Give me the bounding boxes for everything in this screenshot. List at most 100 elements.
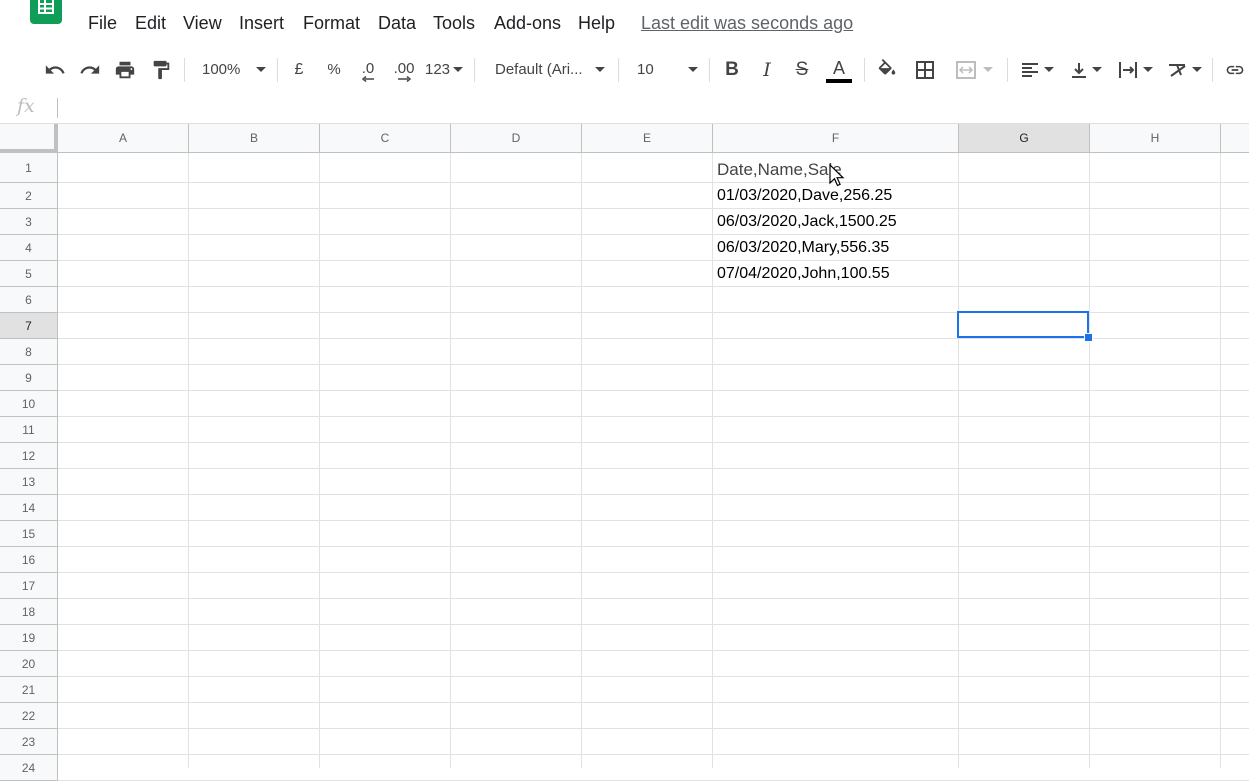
undo-icon[interactable] (42, 46, 68, 93)
formula-input[interactable] (66, 99, 1236, 119)
menu-view[interactable]: View (183, 13, 222, 34)
zoom-dropdown[interactable]: 100% (194, 46, 272, 93)
text-color-button[interactable]: A (824, 46, 854, 93)
borders-icon[interactable] (912, 46, 938, 93)
row-gridline (58, 442, 1249, 443)
zoom-value: 100% (202, 61, 241, 78)
font-size-dropdown[interactable]: 10 (628, 46, 702, 93)
strikethrough-label: S (795, 58, 809, 80)
cell-f5[interactable]: 07/04/2020,John,100.55 (717, 265, 890, 283)
column-header-partial[interactable] (1221, 124, 1249, 153)
text-wrap-icon[interactable] (1113, 46, 1157, 93)
menu-addons[interactable]: Add-ons (494, 13, 561, 34)
sheets-logo-icon[interactable] (30, 0, 62, 24)
fill-color-icon[interactable] (874, 46, 900, 93)
cell-f1[interactable]: Date,Name,Sale (717, 160, 842, 180)
row-header-9[interactable]: 9 (0, 365, 58, 391)
menu-format[interactable]: Format (303, 13, 360, 34)
row-header-17[interactable]: 17 (0, 573, 58, 599)
row-header-10[interactable]: 10 (0, 391, 58, 417)
column-gridline (1089, 153, 1090, 768)
cell-f2[interactable]: 01/03/2020,Dave,256.25 (717, 187, 892, 205)
cell-f3[interactable]: 06/03/2020,Jack,1500.25 (717, 213, 897, 231)
row-header-19[interactable]: 19 (0, 625, 58, 651)
chevron-down-icon (1044, 67, 1054, 72)
row-gridline (58, 494, 1249, 495)
decrease-decimal-button[interactable]: .0 (355, 46, 381, 93)
active-cell-g7[interactable] (957, 311, 1089, 338)
row-header-11[interactable]: 11 (0, 417, 58, 443)
column-header-e[interactable]: E (582, 124, 713, 153)
row-header-6[interactable]: 6 (0, 287, 58, 313)
bold-label: B (725, 58, 739, 80)
increase-decimal-button[interactable]: .00 (389, 46, 419, 93)
menu-tools[interactable]: Tools (433, 13, 475, 34)
row-header-8[interactable]: 8 (0, 339, 58, 365)
row-header-24[interactable]: 24 (0, 755, 58, 781)
column-header-h[interactable]: H (1090, 124, 1221, 153)
row-header-5[interactable]: 5 (0, 261, 58, 287)
last-edit-link[interactable]: Last edit was seconds ago (641, 13, 853, 34)
text-rotation-icon[interactable] (1163, 46, 1205, 93)
column-header-f[interactable]: F (713, 124, 959, 153)
column-header-a[interactable]: A (58, 124, 189, 153)
font-family-value: Default (Ari... (495, 61, 583, 78)
row-header-2[interactable]: 2 (0, 183, 58, 209)
row-header-12[interactable]: 12 (0, 443, 58, 469)
print-icon[interactable] (112, 46, 138, 93)
chevron-down-icon (1143, 67, 1153, 72)
column-header-d[interactable]: D (451, 124, 582, 153)
column-gridline (450, 153, 451, 768)
menu-data[interactable]: Data (378, 13, 416, 34)
more-formats-dropdown[interactable]: 123 (423, 46, 465, 93)
redo-icon[interactable] (77, 46, 103, 93)
row-header-23[interactable]: 23 (0, 729, 58, 755)
toolbar-separator (184, 58, 185, 82)
merge-cells-icon[interactable] (950, 46, 998, 93)
format-percent-button[interactable]: % (322, 46, 346, 93)
fill-handle[interactable] (1084, 333, 1093, 342)
menu-file[interactable]: File (88, 13, 117, 34)
insert-link-icon[interactable] (1222, 46, 1248, 93)
vertical-align-icon[interactable] (1066, 46, 1106, 93)
row-gridline (58, 572, 1249, 573)
column-header-b[interactable]: B (189, 124, 320, 153)
row-header-14[interactable]: 14 (0, 495, 58, 521)
column-header-c[interactable]: C (320, 124, 451, 153)
row-header-1[interactable]: 1 (0, 153, 58, 183)
font-family-dropdown[interactable]: Default (Ari... (487, 46, 609, 93)
column-gridline (581, 153, 582, 768)
horizontal-align-icon[interactable] (1016, 46, 1058, 93)
cell-f4[interactable]: 06/03/2020,Mary,556.35 (717, 239, 889, 257)
italic-button[interactable]: I (755, 46, 779, 93)
bold-button[interactable]: B (720, 46, 744, 93)
column-header-g[interactable]: G (959, 124, 1090, 153)
row-header-16[interactable]: 16 (0, 547, 58, 573)
row-header-7[interactable]: 7 (0, 313, 58, 339)
row-gridline (58, 754, 1249, 755)
column-gridline (1220, 153, 1221, 768)
column-gridline (319, 153, 320, 768)
row-gridline (58, 676, 1249, 677)
row-gridline (58, 364, 1249, 365)
paint-format-icon[interactable] (148, 46, 174, 93)
row-header-18[interactable]: 18 (0, 599, 58, 625)
menu-edit[interactable]: Edit (135, 13, 166, 34)
decrease-decimal-label: .0 (361, 59, 375, 77)
column-gridline (188, 153, 189, 768)
row-header-4[interactable]: 4 (0, 235, 58, 261)
row-header-22[interactable]: 22 (0, 703, 58, 729)
row-header-13[interactable]: 13 (0, 469, 58, 495)
strikethrough-button[interactable]: S (790, 46, 814, 93)
select-all-corner[interactable] (0, 124, 58, 153)
menu-help[interactable]: Help (578, 13, 615, 34)
text-color-swatch (826, 78, 852, 83)
row-header-3[interactable]: 3 (0, 209, 58, 235)
format-currency-button[interactable]: £ (287, 46, 311, 93)
row-gridline (58, 260, 1249, 261)
menu-insert[interactable]: Insert (239, 13, 284, 34)
row-header-15[interactable]: 15 (0, 521, 58, 547)
formula-bar: fx (0, 93, 1249, 124)
row-header-20[interactable]: 20 (0, 651, 58, 677)
row-header-21[interactable]: 21 (0, 677, 58, 703)
